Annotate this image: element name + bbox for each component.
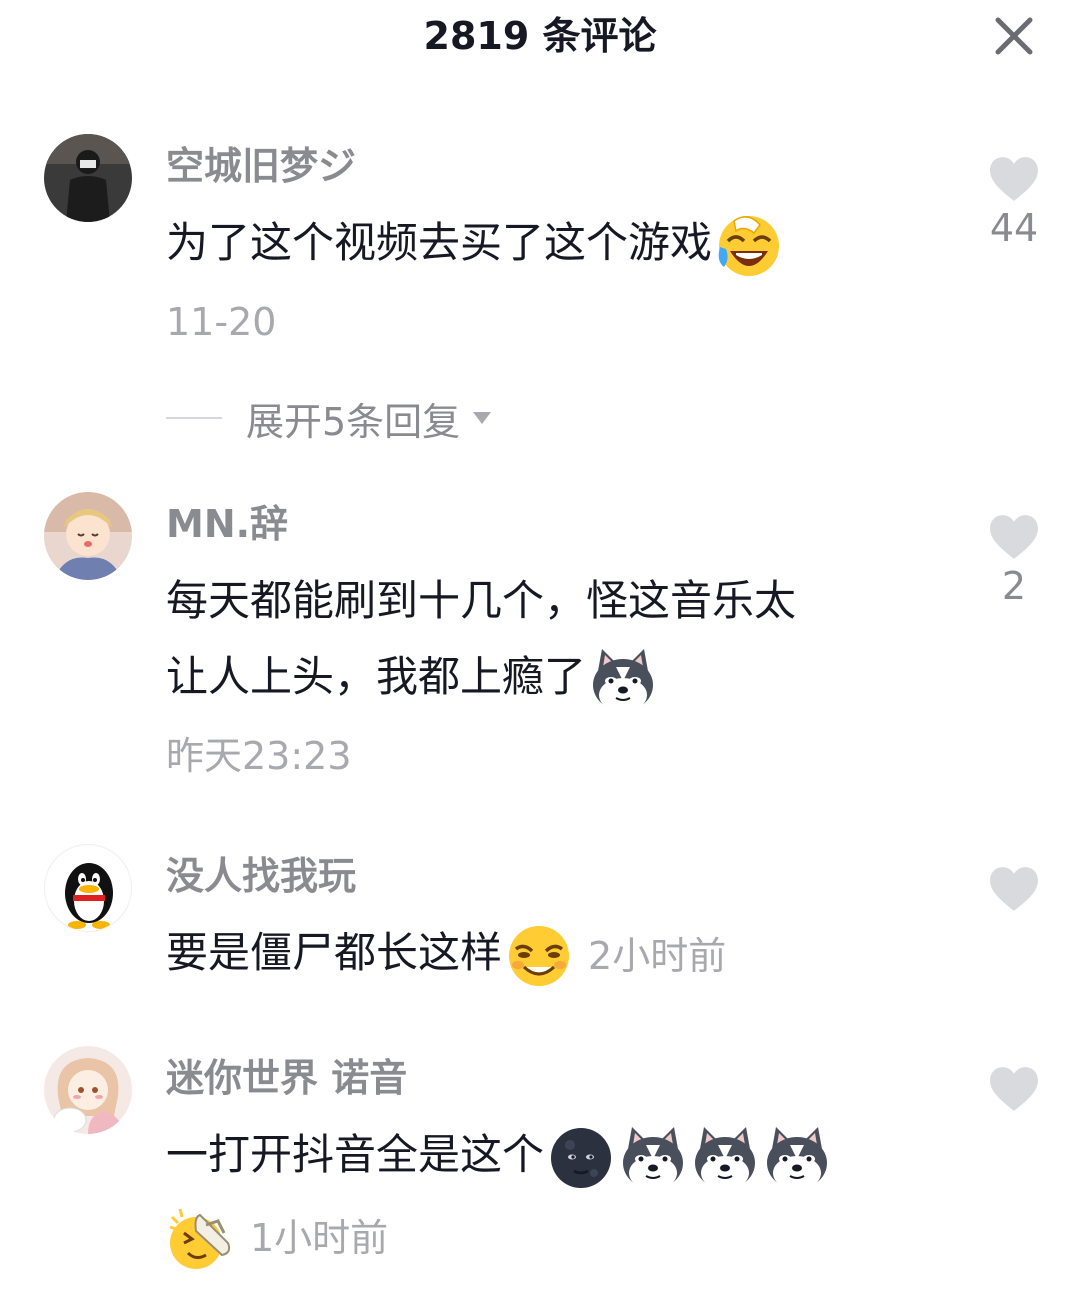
like-button[interactable]: 44 <box>980 156 1048 252</box>
comment-count-title: 2819 条评论 <box>423 14 657 58</box>
expand-replies-label: 展开5条回复 <box>246 399 461 444</box>
comment-time: 1小时前 <box>250 1215 389 1260</box>
comment-text: 让人上头，我都上瘾了 <box>166 640 658 715</box>
husky-dog-emoji <box>690 1123 760 1193</box>
comment-text-content: 为了这个视频去买了这个游戏 <box>166 218 713 267</box>
slipper-slap-emoji <box>166 1203 236 1273</box>
comment-text-content: 一打开抖音全是这个 <box>166 1130 545 1179</box>
avatar[interactable] <box>44 492 132 580</box>
close-icon[interactable] <box>990 12 1038 60</box>
crying-laughing-emoji <box>714 211 784 281</box>
caret-down-icon <box>473 412 492 424</box>
like-button[interactable] <box>980 1066 1048 1112</box>
comment-text-line-1: 每天都能刷到十几个，怪这音乐太 <box>166 576 797 625</box>
heart-icon[interactable] <box>989 1066 1039 1112</box>
expand-replies-button[interactable]: 展开5条回复 <box>166 392 492 444</box>
comment-username[interactable]: 迷你世界 诺音 <box>166 1054 407 1102</box>
like-button[interactable]: 2 <box>980 514 1048 610</box>
avatar[interactable] <box>44 134 132 222</box>
dark-moon-face-emoji <box>546 1123 616 1193</box>
comment-text-content: 要是僵尸都长这样 <box>166 928 503 977</box>
comment-username[interactable]: 没人找我玩 <box>166 852 356 900</box>
comment-text-line-2: 让人上头，我都上瘾了 <box>166 652 587 701</box>
husky-dog-emoji <box>588 645 658 715</box>
like-button[interactable] <box>980 866 1048 912</box>
smirking-emoji <box>504 921 574 991</box>
husky-dog-emoji <box>618 1123 688 1193</box>
comment-username[interactable]: MN.辞 <box>166 500 288 548</box>
comment-text: 一打开抖音全是这个 <box>166 1118 832 1193</box>
comment-time: 2小时前 <box>588 933 727 978</box>
like-count: 44 <box>989 206 1039 250</box>
husky-dog-emoji <box>762 1123 832 1193</box>
divider-line <box>166 417 222 419</box>
heart-icon[interactable] <box>989 156 1039 202</box>
heart-icon[interactable] <box>989 866 1039 912</box>
comment-text: 为了这个视频去买了这个游戏 <box>166 206 784 281</box>
comment-username[interactable]: 空城旧梦ジ <box>166 142 356 190</box>
comment-text: 要是僵尸都长这样 2小时前 <box>166 916 726 993</box>
comment-text: 1小时前 <box>166 1198 388 1275</box>
comment-text: 每天都能刷到十几个，怪这音乐太 <box>166 564 796 638</box>
avatar[interactable] <box>44 1046 132 1134</box>
like-count: 2 <box>1001 564 1027 608</box>
heart-icon[interactable] <box>989 514 1039 560</box>
avatar[interactable] <box>44 844 132 932</box>
comment-time: 昨天23:23 <box>166 734 352 778</box>
comment-time: 11-20 <box>166 300 277 344</box>
comments-header: 2819 条评论 <box>0 0 1080 80</box>
